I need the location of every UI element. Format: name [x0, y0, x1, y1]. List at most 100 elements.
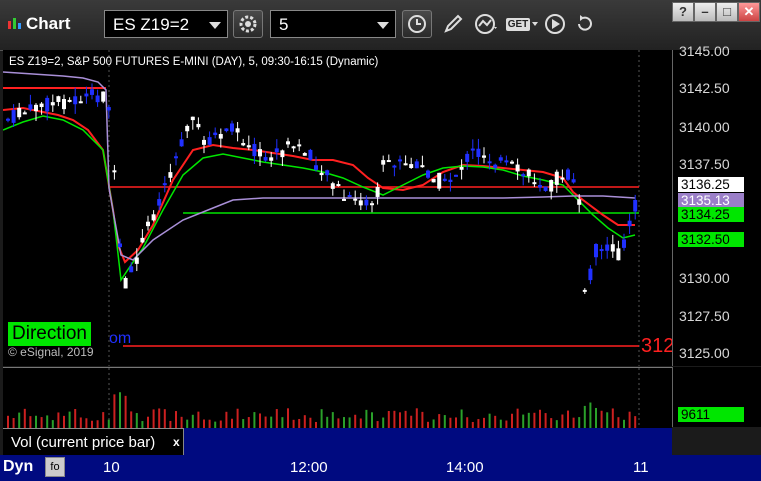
- price-tick: 3142.50: [679, 80, 730, 96]
- volume-plot: [7, 368, 640, 428]
- draw-button[interactable]: [438, 10, 468, 38]
- play-icon: [545, 14, 565, 34]
- candle-body: [202, 139, 206, 145]
- interval-input[interactable]: 5: [270, 10, 396, 38]
- volume-bar: [303, 415, 306, 428]
- candle-body: [616, 248, 621, 261]
- volume-bar: [68, 411, 71, 428]
- volume-bar: [455, 417, 457, 428]
- volume-bar: [477, 419, 480, 428]
- candle-body: [342, 198, 346, 201]
- volume-bar: [292, 419, 295, 428]
- candle-body: [414, 161, 419, 169]
- volume-bar: [18, 412, 21, 428]
- price-tick: 3130.00: [679, 270, 730, 286]
- volume-bar: [443, 415, 446, 428]
- chevron-down-icon[interactable]: [209, 22, 221, 29]
- candle-body: [224, 128, 229, 132]
- volume-bar: [567, 410, 569, 428]
- volume-bar: [191, 414, 194, 428]
- candle-body: [330, 183, 335, 189]
- volume-bar: [225, 411, 228, 428]
- studies-button[interactable]: [472, 10, 502, 38]
- settings-button[interactable]: [233, 10, 263, 38]
- volume-bar: [539, 409, 541, 428]
- candle-body: [358, 200, 363, 206]
- time-label: 14:00: [446, 459, 484, 476]
- volume-bar: [533, 412, 536, 428]
- candle-body: [403, 163, 408, 166]
- time-label: 10: [103, 459, 120, 476]
- window-title: Chart: [6, 14, 70, 34]
- volume-axis: 9611: [672, 367, 761, 427]
- candle-body: [526, 169, 531, 177]
- volume-bar: [63, 415, 65, 428]
- candle-body: [622, 239, 626, 248]
- candle-body: [56, 96, 61, 102]
- volume-bar: [147, 416, 149, 428]
- time-label: 12:00: [290, 459, 328, 476]
- volume-bar: [578, 417, 581, 428]
- volume-chart[interactable]: [3, 367, 672, 428]
- volume-bar: [634, 416, 637, 428]
- volume-bar: [516, 408, 519, 428]
- candle-body: [39, 103, 44, 108]
- candle-body: [302, 153, 307, 156]
- candle-body: [308, 149, 313, 160]
- candle-body: [605, 244, 610, 251]
- candle-body: [392, 165, 397, 168]
- volume-bar: [572, 417, 575, 428]
- volume-bar: [376, 421, 379, 428]
- candle-body: [34, 104, 38, 112]
- volume-bar: [628, 411, 631, 428]
- maximize-button[interactable]: □: [716, 2, 738, 22]
- volume-bar: [583, 405, 586, 428]
- volume-bar: [91, 420, 93, 428]
- candle-body: [95, 95, 100, 103]
- chevron-down-icon[interactable]: [377, 22, 389, 29]
- volume-bar: [595, 407, 597, 428]
- dynamic-toggle-button[interactable]: fo: [45, 457, 65, 477]
- price-axis[interactable]: 3145.00 3142.50 3140.00 3137.50 3130.00 …: [672, 43, 761, 366]
- candle-body: [17, 107, 22, 118]
- play-button[interactable]: [540, 10, 570, 38]
- volume-bar: [617, 417, 620, 428]
- volume-bar: [382, 417, 385, 428]
- volume-bar: [57, 412, 60, 428]
- minimize-button[interactable]: –: [694, 2, 716, 22]
- candle-body: [162, 183, 167, 186]
- candle-body: [398, 159, 402, 162]
- symbol-input[interactable]: ES Z19=2: [104, 10, 228, 38]
- candle-body: [442, 178, 447, 181]
- volume-legend-text: Vol (current price bar): [11, 434, 156, 451]
- interval-value: 5: [279, 15, 289, 34]
- time-axis[interactable]: Dyn fo 10 12:00 14:00 11: [0, 455, 761, 481]
- direction-label: Direction: [8, 322, 91, 346]
- time-label: 11: [633, 459, 649, 476]
- green-ma-label: 3132.50: [678, 232, 744, 247]
- volume-legend[interactable]: Vol (current price bar) x: [3, 428, 184, 455]
- price-chart[interactable]: ES Z19=2, S&P 500 FUTURES E-MINI (DAY), …: [3, 50, 674, 366]
- get-button[interactable]: GET: [505, 10, 539, 38]
- candle-body: [174, 156, 178, 159]
- volume-bar: [281, 417, 284, 428]
- close-icon[interactable]: x: [173, 429, 180, 456]
- reset-button[interactable]: [570, 10, 600, 38]
- candle-body: [364, 199, 369, 206]
- candle-body: [50, 102, 55, 106]
- volume-bar: [197, 411, 200, 428]
- volume-bar: [152, 409, 155, 428]
- volume-bar: [7, 415, 9, 428]
- volume-bar: [589, 402, 592, 428]
- volume-legend-bar: Vol (current price bar) x: [3, 428, 672, 455]
- candle-body: [370, 203, 374, 206]
- volume-bar: [23, 408, 26, 428]
- volume-bar: [511, 413, 513, 428]
- dynamic-label: Dyn: [3, 458, 34, 475]
- help-button[interactable]: ?: [672, 2, 694, 22]
- volume-bar: [74, 409, 77, 428]
- time-button[interactable]: [402, 10, 432, 38]
- volume-bar: [359, 418, 362, 428]
- close-button[interactable]: ✕: [738, 2, 760, 22]
- reset-icon: [578, 15, 592, 31]
